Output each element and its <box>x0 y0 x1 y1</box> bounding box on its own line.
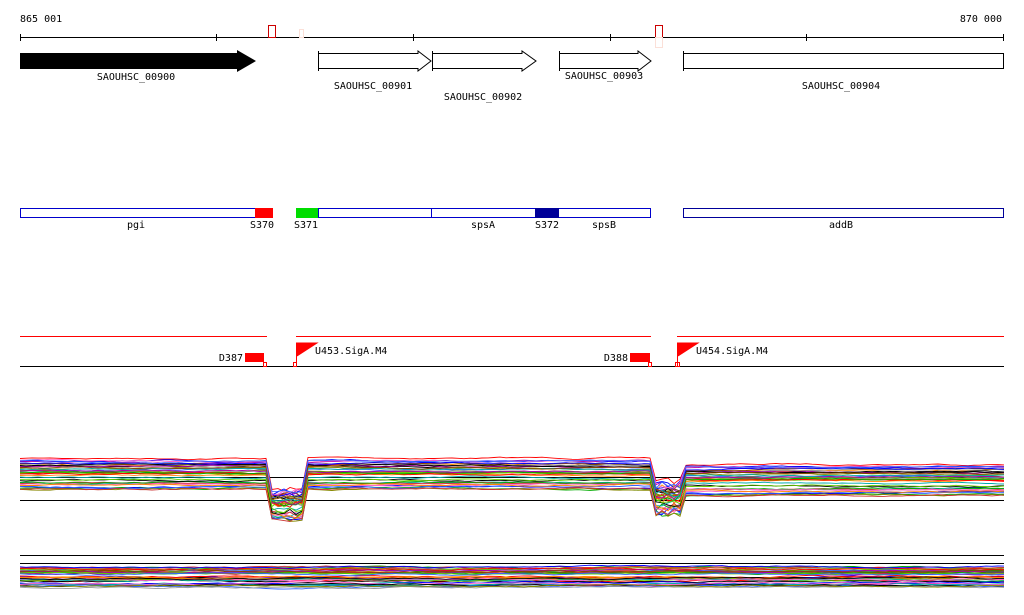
gene-label: SAOUHSC_00901 <box>334 81 412 92</box>
u454-label: U454.SigA.M4 <box>696 346 768 357</box>
ruler-start-label: 865 001 <box>20 14 62 25</box>
gene-arrow-00901[interactable] <box>318 49 432 73</box>
u454-flag-icon[interactable] <box>677 342 700 366</box>
addB-box[interactable] <box>683 208 1004 218</box>
expression-track-1 <box>19 456 1005 522</box>
s372-box[interactable] <box>535 208 559 218</box>
expression-track-2 <box>19 555 1005 590</box>
u453-label: U453.SigA.M4 <box>315 346 387 357</box>
spsB-label: spsB <box>592 220 616 231</box>
marker-box[interactable] <box>268 25 276 38</box>
gene-label: SAOUHSC_00902 <box>444 92 522 103</box>
s370-label: S370 <box>250 220 274 231</box>
gene-arrow-00902[interactable] <box>432 50 537 72</box>
s371-box[interactable] <box>296 208 318 218</box>
gene-label: SAOUHSC_00904 <box>802 81 880 92</box>
addB-label: addB <box>829 220 853 231</box>
pgi-box[interactable] <box>20 208 273 218</box>
marker-box[interactable] <box>655 25 663 38</box>
spsA-label: spsA <box>471 220 495 231</box>
u453-flag-icon[interactable] <box>296 342 319 366</box>
d388-terminator[interactable] <box>630 353 650 362</box>
s370-box[interactable] <box>255 208 273 218</box>
gene-label: SAOUHSC_00900 <box>97 72 175 83</box>
annotation-track: pgi S370 S371 spsA S372 spsB addB <box>20 208 1004 231</box>
d387-terminator[interactable] <box>245 353 264 362</box>
ruler-end-label: 870 000 <box>960 14 1002 25</box>
feature-track: D387 U453.SigA.M4 D388 U454.SigA.M4 <box>20 336 1004 367</box>
spsA-spsB-box[interactable] <box>318 208 651 218</box>
s371-label: S371 <box>294 220 318 231</box>
gene-arrow-00903[interactable] <box>559 49 652 73</box>
s372-label: S372 <box>535 220 559 231</box>
gene-arrow-00900[interactable] <box>20 50 256 72</box>
ruler: 865 001 870 000 <box>20 14 1004 48</box>
marker-box[interactable] <box>299 29 304 38</box>
gene-track: SAOUHSC_00900 SAOUHSC_00901 SAOUHSC_0090… <box>20 49 1004 103</box>
gene-box-00904[interactable] <box>683 51 1004 71</box>
pgi-label: pgi <box>127 220 145 231</box>
d388-label: D388 <box>604 353 628 364</box>
d387-label: D387 <box>219 353 243 364</box>
gene-label: SAOUHSC_00903 <box>565 71 643 82</box>
genome-browser: 865 001 870 000 SAOUHSC_00900 SAOUHSC_00… <box>19 14 1005 590</box>
